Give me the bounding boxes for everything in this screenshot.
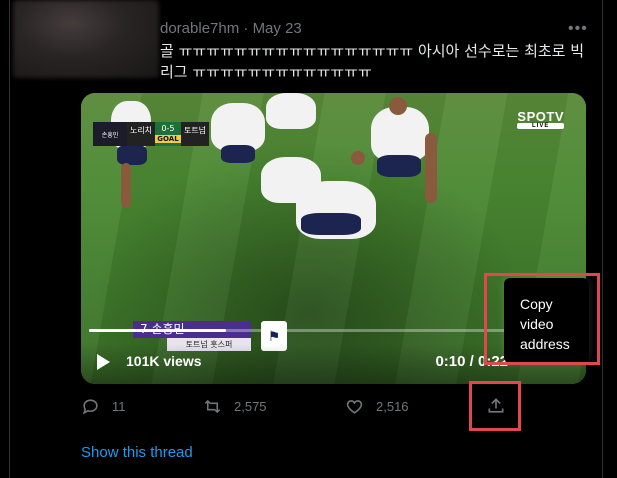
tweet-date[interactable]: May 23 [253,20,302,37]
reply-count: 11 [112,399,126,414]
broadcaster-logo: SPOTV LIVE [517,109,564,129]
scorebug-away-team: 토트넘 [181,122,209,146]
retweet-count: 2,575 [234,399,267,414]
heart-icon [346,400,363,414]
player-figure [117,145,147,165]
retweet-icon [204,399,221,414]
player-figure [121,163,131,208]
scorebug-player: 손흥민 [93,122,127,146]
meta-separator: · [243,20,249,37]
player-figure [266,93,316,129]
player-figure [211,103,265,151]
view-count: 101K views [126,353,202,369]
highlight-box-share [469,381,521,431]
player-figure [377,155,421,177]
player-figure [301,213,361,235]
show-thread-link[interactable]: Show this thread [81,444,193,461]
progress-fill [89,329,227,332]
tweet-actions: 11 2,575 2,516 [0,397,617,421]
like-count: 2,516 [376,399,409,414]
player-figure [425,133,437,203]
goal-badge: GOAL [155,135,181,143]
scorebug-home-team: 노리치 [127,122,155,146]
player-figure [389,97,407,115]
score-value: 0-5 [161,124,175,133]
avatar[interactable] [13,0,159,78]
reply-icon [82,399,98,415]
tweet-meta: dorable7hm · May 23 [160,20,302,37]
player-figure [351,151,365,165]
play-icon[interactable] [97,354,110,370]
reply-button[interactable]: 11 [81,397,126,416]
player-figure [371,107,429,161]
retweet-button[interactable]: 2,575 [203,397,267,416]
more-options-icon[interactable]: ••• [568,20,588,38]
player-figure [221,145,255,163]
broadcaster-name: SPOTV [517,109,564,124]
tweet-text: 골 ㅠㅠㅠㅠㅠㅠㅠㅠㅠㅠㅠㅠㅠㅠㅠㅠㅠ 아시아 선수로는 최초로 빅리그 ㅠㅠㅠ… [160,42,585,81]
scorebug-score: 0-5 GOAL [155,122,181,146]
author-handle[interactable]: dorable7hm [160,20,239,37]
scorebug: 손흥민 노리치 0-5 GOAL 토트넘 [93,122,209,146]
highlight-box-menu [484,273,600,365]
like-button[interactable]: 2,516 [345,397,409,416]
